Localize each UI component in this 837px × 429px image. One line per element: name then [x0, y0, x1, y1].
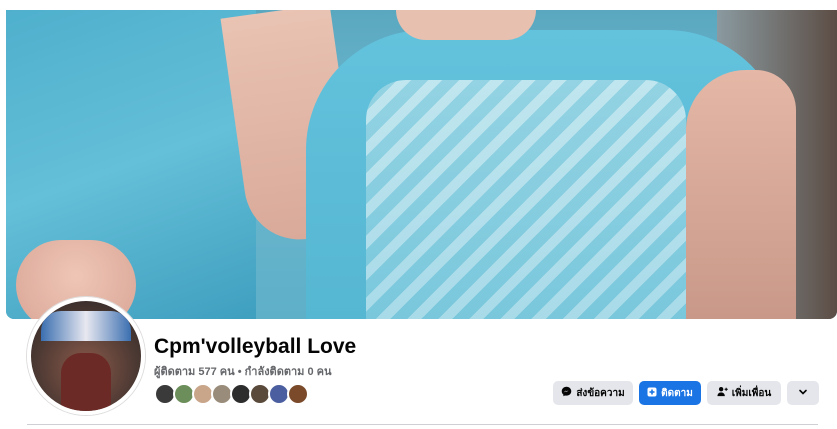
- cover-arm-right: [686, 70, 796, 319]
- add-friend-button[interactable]: เพิ่มเพื่อน: [707, 381, 781, 405]
- divider: [27, 424, 818, 425]
- more-options-button[interactable]: [787, 381, 819, 405]
- cover-photo[interactable]: [6, 10, 837, 319]
- profile-name: Cpm'volleyball Love: [154, 335, 357, 358]
- message-label: ส่งข้อความ: [576, 387, 625, 399]
- follow-icon: [647, 387, 657, 400]
- follow-label: ติดตาม: [661, 387, 693, 399]
- cover-face: [396, 10, 536, 40]
- messenger-icon: [561, 386, 572, 400]
- profile-page: Cpm'volleyball Love ผู้ติดตาม 577 คน • ก…: [0, 0, 837, 429]
- avatar-tent: [41, 311, 131, 341]
- friend-avatar[interactable]: [287, 383, 309, 405]
- avatar-horse: [61, 353, 111, 411]
- add-friend-icon: [717, 386, 728, 400]
- followers-count[interactable]: ผู้ติดตาม 577 คน • กำลังติดตาม 0 คน: [154, 362, 332, 380]
- avatar[interactable]: [27, 297, 145, 415]
- cover-sequin: [366, 80, 686, 319]
- follow-button[interactable]: ติดตาม: [639, 381, 701, 405]
- add-friend-label: เพิ่มเพื่อน: [731, 387, 772, 399]
- chevron-down-icon: [798, 387, 808, 400]
- profile-actions: ส่งข้อความ ติดตาม เพิ่มเพื่อน: [553, 381, 819, 405]
- message-button[interactable]: ส่งข้อความ: [553, 381, 633, 405]
- friend-avatars: [154, 383, 309, 405]
